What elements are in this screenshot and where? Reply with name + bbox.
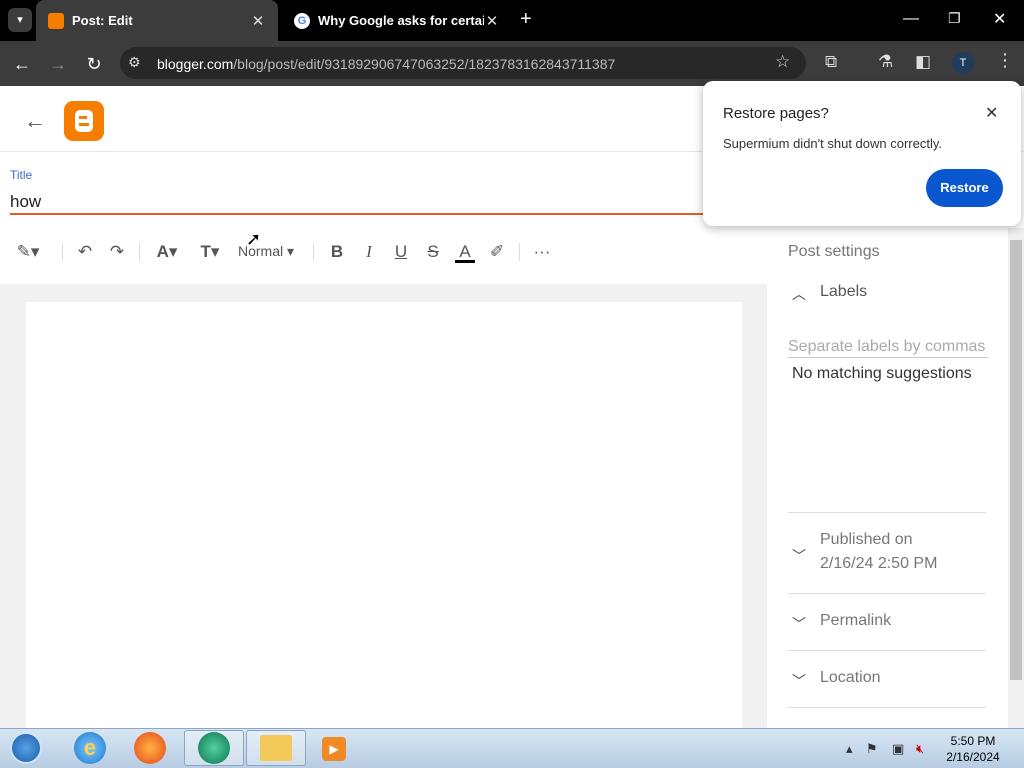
labels-section-toggle[interactable]: Labels (820, 283, 867, 301)
tray-expand-icon[interactable]: ▴ (846, 741, 853, 757)
underline-icon[interactable]: U (391, 241, 411, 263)
no-matching-suggestions: No matching suggestions (792, 365, 972, 382)
more-options-icon[interactable]: ··· (532, 241, 552, 263)
url-text[interactable]: blogger.com/blog/post/edit/9318929067470… (157, 56, 615, 72)
supermium-icon (198, 732, 230, 764)
published-on-section[interactable]: Published on 2/16/24 2:50 PM (820, 528, 937, 576)
network-icon[interactable]: ▣ (892, 741, 904, 757)
redo-icon[interactable]: ↷ (106, 241, 128, 263)
chevron-down-icon[interactable]: ﹀ (792, 614, 806, 634)
clock-time: 5:50 PM (950, 734, 996, 748)
tab-post-edit[interactable]: Post: Edit ✕ (36, 0, 278, 41)
undo-icon[interactable]: ↶ (74, 241, 96, 263)
published-label: Published on (820, 531, 913, 548)
url-host: blogger.com (157, 56, 234, 72)
font-size-icon[interactable]: T▾ (195, 241, 225, 263)
close-icon[interactable]: ✕ (250, 12, 266, 30)
dialog-message: Supermium didn't shut down correctly. (723, 136, 943, 151)
back-icon[interactable]: ← (10, 52, 34, 76)
section-divider (788, 650, 986, 651)
scrollbar-thumb[interactable] (1010, 240, 1022, 680)
compose-mode-icon[interactable]: ✎▾ (12, 241, 44, 263)
italic-icon[interactable]: I (359, 241, 379, 263)
highlight-icon[interactable]: ✐ (487, 241, 507, 263)
labels-input[interactable] (788, 336, 988, 358)
toolbar-separator (139, 243, 140, 261)
title-label: Title (10, 168, 33, 182)
volume-muted-icon[interactable]: 🔇︎ (916, 741, 924, 757)
reload-icon[interactable]: ↻ (82, 52, 106, 76)
clock-date: 2/16/2024 (946, 750, 1000, 764)
close-icon[interactable]: ✕ (484, 12, 500, 30)
start-button-icon[interactable] (10, 732, 42, 764)
extensions-icon[interactable]: ⧉ (825, 52, 837, 72)
strikethrough-icon[interactable]: S (423, 241, 443, 263)
site-info-icon[interactable]: ⚙ (128, 54, 141, 71)
published-date: 2/16/24 2:50 PM (820, 555, 938, 572)
google-favicon-icon: G (294, 12, 310, 29)
toolbar-separator (62, 243, 63, 261)
taskbar-clock[interactable]: 5:50 PM 2/16/2024 (940, 733, 1006, 765)
tab-title: Post: Edit (72, 13, 133, 28)
back-arrow-icon[interactable]: ← (24, 108, 46, 134)
blogger-logo-icon[interactable] (64, 101, 104, 141)
menu-kebab-icon[interactable]: ⋮ (996, 50, 1014, 71)
toolbar-separator (313, 243, 314, 261)
media-player-icon[interactable]: ▶ (322, 737, 346, 761)
chevron-up-icon[interactable]: ︿ (792, 284, 806, 304)
post-body-editor[interactable] (26, 302, 742, 728)
flag-icon[interactable]: ⚑ (866, 741, 878, 757)
text-color-icon[interactable]: A (455, 241, 475, 263)
tab-why-google[interactable]: G Why Google asks for certain in ✕ (282, 0, 512, 41)
restore-window-button[interactable]: ❐ (948, 10, 961, 27)
chevron-down-icon[interactable]: ﹀ (792, 546, 806, 566)
firefox-icon[interactable] (134, 732, 166, 764)
tab-title: Why Google asks for certain in (318, 13, 484, 28)
toolbar-separator (519, 243, 520, 261)
tab-search-button[interactable]: ▾ (8, 8, 32, 32)
bookmark-star-icon[interactable]: ☆ (775, 52, 790, 72)
chevron-down-icon[interactable]: ﹀ (792, 671, 806, 691)
post-settings-heading: Post settings (788, 243, 880, 260)
title-input[interactable] (10, 190, 703, 215)
labs-icon[interactable]: ⚗ (878, 52, 893, 72)
side-panel-icon[interactable]: ◧ (915, 52, 931, 72)
url-path: /blog/post/edit/931892906747063252/18237… (233, 56, 616, 72)
forward-icon[interactable]: → (46, 52, 70, 76)
internet-explorer-icon[interactable]: e (74, 732, 106, 764)
permalink-section[interactable]: Permalink (820, 609, 891, 633)
font-icon[interactable]: A▾ (152, 241, 182, 263)
minimize-button[interactable]: — (903, 10, 919, 28)
section-divider (788, 707, 986, 708)
mouse-cursor-icon: ➚ (246, 229, 262, 249)
profile-avatar[interactable]: T (952, 52, 974, 74)
new-tab-button[interactable]: + (520, 8, 532, 31)
section-divider (788, 593, 986, 594)
location-section[interactable]: Location (820, 666, 881, 690)
dialog-title: Restore pages? (723, 105, 829, 122)
close-window-button[interactable]: ✕ (993, 9, 1006, 29)
close-icon[interactable]: ✕ (985, 103, 998, 123)
file-explorer-icon (260, 735, 292, 761)
bold-icon[interactable]: B (327, 241, 347, 263)
restore-button[interactable]: Restore (926, 169, 1003, 207)
blogger-favicon-icon (48, 12, 64, 29)
section-divider (788, 512, 986, 513)
